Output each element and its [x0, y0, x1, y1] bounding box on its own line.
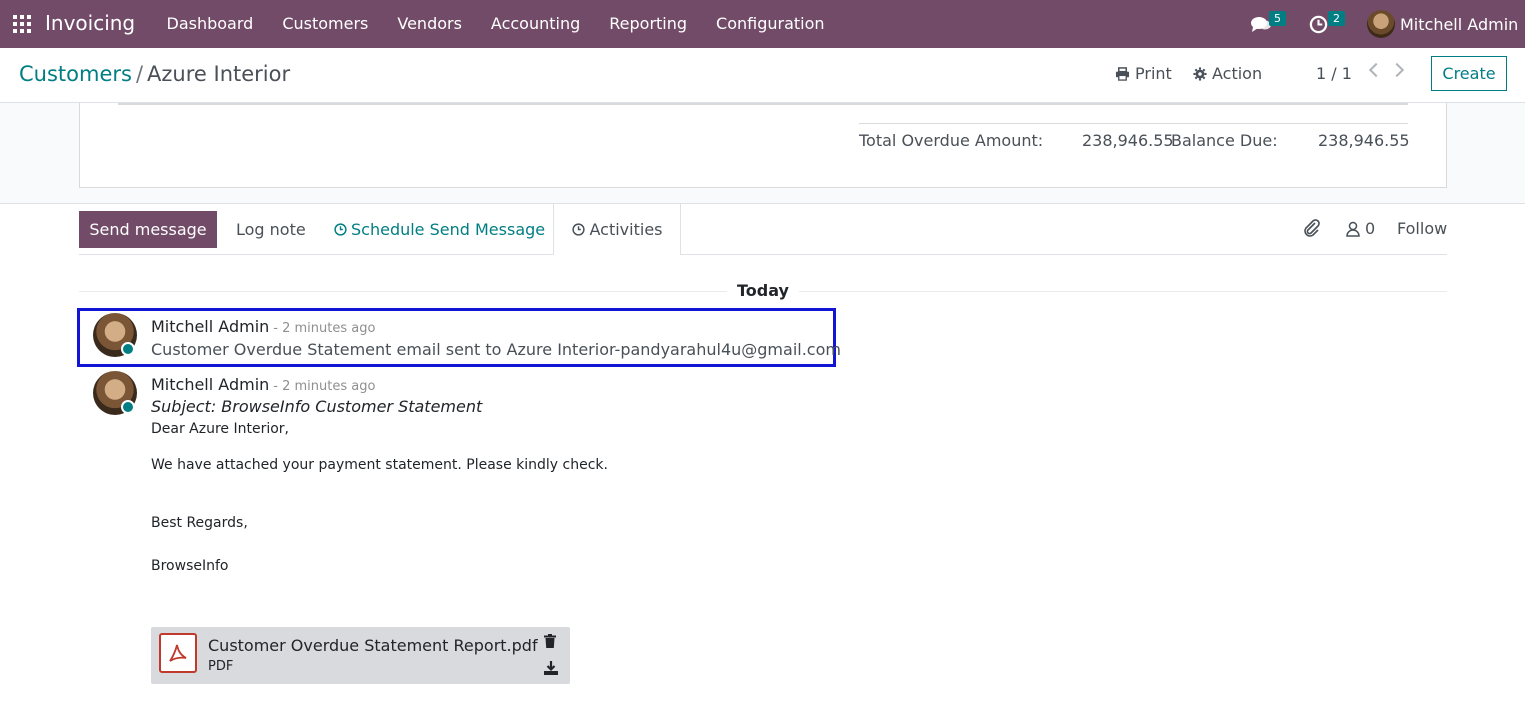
menu-item-vendors[interactable]: Vendors: [383, 0, 477, 48]
create-button[interactable]: Create: [1431, 56, 1507, 91]
action-button[interactable]: Action: [1193, 64, 1262, 83]
clock-icon: [1309, 15, 1328, 33]
main-menu: Dashboard Customers Vendors Accounting R…: [152, 0, 839, 48]
pager-value[interactable]: 1 / 1: [1316, 64, 1352, 83]
print-label: Print: [1135, 64, 1172, 83]
activities-label: Activities: [589, 220, 663, 239]
trash-icon[interactable]: [544, 634, 556, 652]
message-regards: Best Regards,: [151, 515, 248, 531]
form-table-divider: [118, 103, 1408, 105]
menu-item-dashboard[interactable]: Dashboard: [152, 0, 268, 48]
message-author: Mitchell Admin - 2 minutes ago: [151, 375, 375, 394]
activities-count-badge: 2: [1328, 11, 1345, 26]
schedule-send-label: Schedule Send Message: [351, 220, 546, 239]
followers-button[interactable]: 0: [1346, 219, 1375, 238]
attachments-button[interactable]: [1303, 219, 1321, 237]
activities-button[interactable]: Activities: [553, 203, 681, 255]
app-brand[interactable]: Invoicing: [45, 11, 135, 35]
gear-icon: [1193, 66, 1207, 81]
log-note-button[interactable]: Log note: [236, 220, 306, 239]
message-body: Customer Overdue Statement email sent to…: [151, 340, 841, 359]
menu-item-configuration[interactable]: Configuration: [702, 0, 840, 48]
user-name: Mitchell Admin: [1400, 14, 1519, 34]
menu-item-accounting[interactable]: Accounting: [476, 0, 594, 48]
total-overdue-value: 238,946.55: [1082, 131, 1174, 150]
user-avatar: [1367, 10, 1395, 38]
message-author-name[interactable]: Mitchell Admin: [151, 317, 269, 336]
totals-divider: [859, 123, 1408, 124]
attachment-name: Customer Overdue Statement Report.pdf: [208, 636, 538, 655]
pager-next-icon[interactable]: [1389, 62, 1405, 78]
online-status-icon: [121, 342, 135, 356]
control-panel: Customers / Azure Interior Print Action 1 …: [0, 48, 1525, 103]
print-button[interactable]: Print: [1115, 64, 1172, 83]
message-signature: BrowseInfo: [151, 558, 229, 574]
breadcrumb-current: Azure Interior: [147, 62, 291, 86]
message-paragraph: We have attached your payment statement.…: [151, 457, 608, 473]
message-author-name[interactable]: Mitchell Admin: [151, 375, 269, 394]
message-date: - 2 minutes ago: [273, 379, 376, 394]
total-overdue-label: Total Overdue Amount:: [859, 131, 1044, 150]
followers-count: 0: [1365, 219, 1376, 238]
breadcrumb-customers[interactable]: Customers: [19, 62, 132, 86]
attachment-card[interactable]: Customer Overdue Statement Report.pdf PD…: [151, 627, 570, 684]
balance-due-label: Balance Due:: [1171, 131, 1278, 150]
print-icon: [1115, 66, 1130, 81]
clock-icon: [571, 223, 585, 236]
user-menu[interactable]: Mitchell Admin: [1367, 0, 1518, 48]
breadcrumb: Customers / Azure Interior: [19, 62, 290, 86]
paperclip-icon: [1304, 219, 1320, 237]
pdf-file-icon: [159, 633, 197, 673]
online-status-icon: [121, 400, 135, 414]
send-message-button[interactable]: Send message: [79, 211, 217, 248]
download-icon[interactable]: [544, 661, 558, 679]
message-date: - 2 minutes ago: [273, 321, 376, 336]
pager-previous-icon[interactable]: [1368, 62, 1384, 78]
message-greeting: Dear Azure Interior,: [151, 421, 290, 437]
follow-button[interactable]: Follow: [1397, 219, 1447, 238]
messages-count-badge: 5: [1269, 11, 1286, 26]
breadcrumb-separator: /: [135, 62, 144, 86]
activity-menu[interactable]: [1309, 0, 1328, 48]
menu-item-reporting[interactable]: Reporting: [595, 0, 702, 48]
balance-due-value: 238,946.55: [1318, 131, 1410, 150]
message-subject: Subject: BrowseInfo Customer Statement: [151, 397, 483, 416]
apps-menu-icon[interactable]: [13, 15, 31, 33]
clock-icon: [334, 223, 347, 236]
message-author: Mitchell Admin - 2 minutes ago: [151, 317, 375, 336]
user-icon: [1346, 221, 1360, 237]
top-navbar: Invoicing Dashboard Customers Vendors Ac…: [0, 0, 1525, 48]
action-label: Action: [1212, 64, 1263, 83]
schedule-send-message-button[interactable]: Schedule Send Message: [334, 220, 545, 239]
menu-item-customers[interactable]: Customers: [268, 0, 383, 48]
attachment-type: PDF: [208, 659, 234, 674]
date-separator-today: Today: [727, 281, 799, 300]
